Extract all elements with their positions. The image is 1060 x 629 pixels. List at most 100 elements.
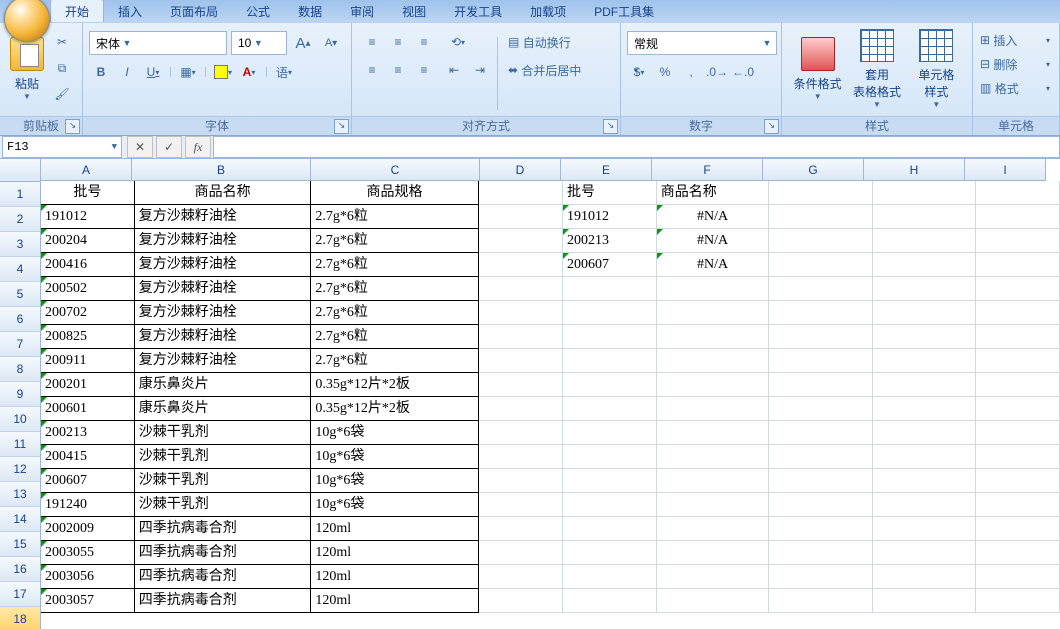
cell-H8[interactable] bbox=[873, 349, 976, 373]
cell-H1[interactable] bbox=[873, 181, 976, 205]
cell-D14[interactable] bbox=[479, 493, 563, 517]
cell-H10[interactable] bbox=[873, 397, 976, 421]
enter-formula-button[interactable]: ✓ bbox=[156, 136, 182, 158]
row-header[interactable]: 12 bbox=[0, 457, 40, 482]
orientation-button[interactable]: ⟲▾ bbox=[442, 31, 474, 53]
cell-I1[interactable] bbox=[976, 181, 1060, 205]
cell-C16[interactable]: 120ml bbox=[311, 541, 478, 565]
font-color-button[interactable]: A▾ bbox=[237, 61, 261, 83]
cell-E9[interactable] bbox=[563, 373, 657, 397]
cell-G12[interactable] bbox=[769, 445, 872, 469]
cell-G8[interactable] bbox=[769, 349, 872, 373]
cell-A14[interactable]: 191240 bbox=[41, 493, 135, 517]
cell-H7[interactable] bbox=[873, 325, 976, 349]
cell-I14[interactable] bbox=[976, 493, 1060, 517]
number-format-combo[interactable]: 常规▼ bbox=[627, 31, 777, 55]
align-bottom-button[interactable]: ≡ bbox=[412, 31, 436, 53]
cell-A1[interactable]: 批号 bbox=[41, 181, 135, 205]
cell-E18[interactable] bbox=[563, 589, 657, 613]
row-header[interactable]: 14 bbox=[0, 507, 40, 532]
cell-H4[interactable] bbox=[873, 253, 976, 277]
tab-pdf[interactable]: PDF工具集 bbox=[580, 0, 668, 22]
cell-A17[interactable]: 2003056 bbox=[41, 565, 135, 589]
cell-E1[interactable]: 批号 bbox=[563, 181, 657, 205]
cell-E14[interactable] bbox=[563, 493, 657, 517]
cell-E10[interactable] bbox=[563, 397, 657, 421]
cell-F17[interactable] bbox=[657, 565, 770, 589]
cell-C9[interactable]: 0.35g*12片*2板 bbox=[311, 373, 478, 397]
row-header[interactable]: 13 bbox=[0, 482, 40, 507]
insert-function-button[interactable]: fx bbox=[185, 136, 211, 158]
tab-addins[interactable]: 加载项 bbox=[516, 0, 580, 22]
cell-B17[interactable]: 四季抗病毒合剂 bbox=[135, 565, 312, 589]
decrease-indent-button[interactable]: ⇤ bbox=[442, 59, 466, 81]
row-header[interactable]: 15 bbox=[0, 532, 40, 557]
conditional-format-button[interactable]: 条件格式▼ bbox=[790, 29, 845, 109]
cell-I13[interactable] bbox=[976, 469, 1060, 493]
cell-F14[interactable] bbox=[657, 493, 770, 517]
cell-G3[interactable] bbox=[769, 229, 872, 253]
column-header-A[interactable]: A bbox=[41, 159, 132, 181]
cell-E5[interactable] bbox=[563, 277, 657, 301]
cell-D6[interactable] bbox=[479, 301, 563, 325]
cell-G2[interactable] bbox=[769, 205, 872, 229]
cell-I10[interactable] bbox=[976, 397, 1060, 421]
cell-H18[interactable] bbox=[873, 589, 976, 613]
cell-A5[interactable]: 200502 bbox=[41, 277, 135, 301]
cell-F3[interactable]: #N/A bbox=[657, 229, 770, 253]
cell-G9[interactable] bbox=[769, 373, 872, 397]
cell-H9[interactable] bbox=[873, 373, 976, 397]
alignment-dialog-button[interactable]: ↘ bbox=[603, 119, 618, 134]
cell-E3[interactable]: 200213 bbox=[563, 229, 657, 253]
row-header[interactable]: 11 bbox=[0, 432, 40, 457]
row-header[interactable]: 5 bbox=[0, 282, 40, 307]
cell-C10[interactable]: 0.35g*12片*2板 bbox=[311, 397, 478, 421]
cell-B15[interactable]: 四季抗病毒合剂 bbox=[135, 517, 312, 541]
cell-A13[interactable]: 200607 bbox=[41, 469, 135, 493]
cell-G4[interactable] bbox=[769, 253, 872, 277]
tab-home[interactable]: 开始 bbox=[50, 0, 104, 22]
cell-I8[interactable] bbox=[976, 349, 1060, 373]
cell-D15[interactable] bbox=[479, 517, 563, 541]
cell-F16[interactable] bbox=[657, 541, 770, 565]
cell-styles-button[interactable]: 单元格 样式▼ bbox=[909, 29, 964, 109]
cell-F6[interactable] bbox=[657, 301, 770, 325]
bold-button[interactable]: B bbox=[89, 61, 113, 83]
cell-B11[interactable]: 沙棘干乳剂 bbox=[135, 421, 312, 445]
cell-H5[interactable] bbox=[873, 277, 976, 301]
cell-I11[interactable] bbox=[976, 421, 1060, 445]
cell-H15[interactable] bbox=[873, 517, 976, 541]
row-header[interactable]: 3 bbox=[0, 232, 40, 257]
cell-C17[interactable]: 120ml bbox=[311, 565, 478, 589]
comma-button[interactable]: , bbox=[679, 61, 703, 83]
cell-H6[interactable] bbox=[873, 301, 976, 325]
cell-D17[interactable] bbox=[479, 565, 563, 589]
cell-F9[interactable] bbox=[657, 373, 770, 397]
cell-B3[interactable]: 复方沙棘籽油栓 bbox=[135, 229, 312, 253]
cell-G14[interactable] bbox=[769, 493, 872, 517]
row-header[interactable]: 17 bbox=[0, 582, 40, 607]
row-header[interactable]: 7 bbox=[0, 332, 40, 357]
cell-B2[interactable]: 复方沙棘籽油栓 bbox=[135, 205, 312, 229]
row-header[interactable]: 9 bbox=[0, 382, 40, 407]
cell-F1[interactable]: 商品名称 bbox=[657, 181, 770, 205]
cell-I5[interactable] bbox=[976, 277, 1060, 301]
cell-I2[interactable] bbox=[976, 205, 1060, 229]
cell-I12[interactable] bbox=[976, 445, 1060, 469]
fill-color-button[interactable]: ▾ bbox=[211, 61, 235, 83]
cell-E13[interactable] bbox=[563, 469, 657, 493]
cell-B6[interactable]: 复方沙棘籽油栓 bbox=[135, 301, 312, 325]
column-header-D[interactable]: D bbox=[480, 159, 561, 181]
cell-G7[interactable] bbox=[769, 325, 872, 349]
cell-I15[interactable] bbox=[976, 517, 1060, 541]
cell-H3[interactable] bbox=[873, 229, 976, 253]
insert-cells-button[interactable]: ⊞ 插入▾ bbox=[979, 29, 1051, 51]
cell-D9[interactable] bbox=[479, 373, 563, 397]
select-all-corner[interactable] bbox=[0, 159, 40, 182]
cell-D2[interactable] bbox=[479, 205, 563, 229]
tab-formulas[interactable]: 公式 bbox=[232, 0, 284, 22]
cell-E4[interactable]: 200607 bbox=[563, 253, 657, 277]
align-center-button[interactable]: ≡ bbox=[386, 59, 410, 81]
column-header-E[interactable]: E bbox=[561, 159, 652, 181]
cell-F7[interactable] bbox=[657, 325, 770, 349]
